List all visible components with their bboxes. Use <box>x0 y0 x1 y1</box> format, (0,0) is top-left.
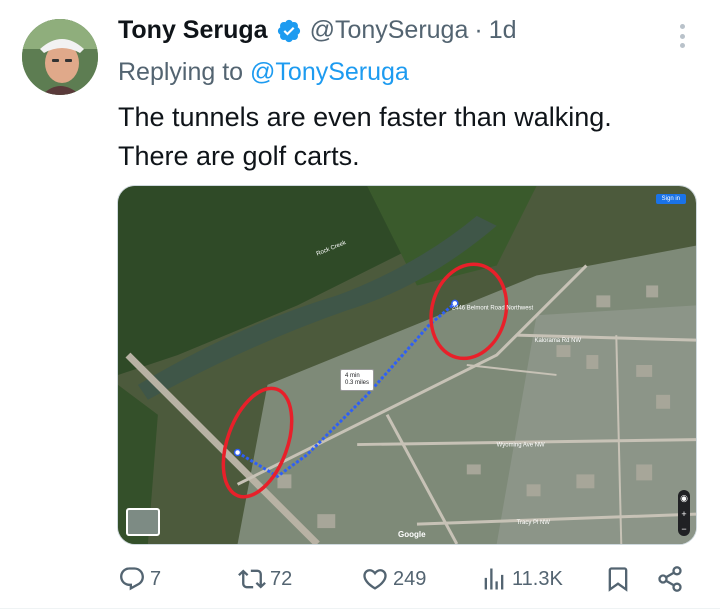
map-label-kalorama: Kalorama Rd NW <box>535 338 582 344</box>
author-name[interactable]: Tony Seruga <box>118 16 268 45</box>
verified-badge-icon <box>277 19 300 42</box>
timestamp[interactable]: 1d <box>489 16 517 45</box>
author-handle[interactable]: @TonySeruga <box>310 16 469 45</box>
map-zoom-controls: ◉ + − <box>678 490 690 536</box>
media-map-image[interactable]: Rock Creek Kalorama Rd NW Wyoming Ave NW… <box>117 185 697 545</box>
avatar[interactable] <box>22 19 98 95</box>
map-layer-thumbnail <box>126 508 160 536</box>
like-button[interactable]: 249 <box>361 563 426 595</box>
reply-icon <box>120 567 144 591</box>
like-icon <box>363 569 387 590</box>
replying-prefix: Replying to <box>118 58 244 86</box>
replying-to: Replying to @TonySeruga <box>118 58 409 87</box>
walk-time: 4 min <box>345 373 360 379</box>
views-icon <box>484 568 504 590</box>
repost-button[interactable]: 72 <box>238 563 292 595</box>
satellite-map: Rock Creek Kalorama Rd NW Wyoming Ave NW… <box>118 186 696 544</box>
divider <box>0 608 720 609</box>
repost-count: 72 <box>270 567 293 590</box>
share-button[interactable] <box>656 563 684 595</box>
avatar-photo <box>22 19 98 95</box>
walk-time-badge: 4 min 0.3 miles <box>340 369 375 391</box>
replying-handle-link[interactable]: @TonySeruga <box>250 58 409 86</box>
share-icon <box>658 566 682 592</box>
separator-dot: · <box>474 16 483 44</box>
tweet-text-line: The tunnels are even faster than walking… <box>118 102 612 132</box>
more-icon[interactable] <box>672 20 692 52</box>
map-label-tracy: Tracy Pl NW <box>517 520 551 526</box>
tweet-text-line: There are golf carts. <box>118 141 360 171</box>
like-count: 249 <box>393 567 427 590</box>
reply-button[interactable]: 7 <box>118 563 161 595</box>
views-button[interactable]: 11.3K <box>480 563 563 595</box>
reply-count: 7 <box>150 567 162 590</box>
map-label-belmont: 2446 Belmont Road Northwest <box>452 305 534 311</box>
tweet-actions: 7 72 249 11.3K <box>118 563 694 595</box>
map-label-wyoming: Wyoming Ave NW <box>497 443 545 449</box>
map-sign-in-button: Sign in <box>655 194 686 204</box>
repost-icon <box>238 569 266 589</box>
tweet-text: The tunnels are even faster than walking… <box>118 98 688 176</box>
tweet-header: Tony Seruga @TonySeruga · 1d <box>118 16 517 45</box>
google-watermark: Google <box>398 530 426 539</box>
walk-distance: 0.3 miles <box>345 380 370 386</box>
bookmark-button[interactable] <box>604 563 632 595</box>
views-count: 11.3K <box>512 567 563 590</box>
bookmark-icon <box>608 567 628 592</box>
